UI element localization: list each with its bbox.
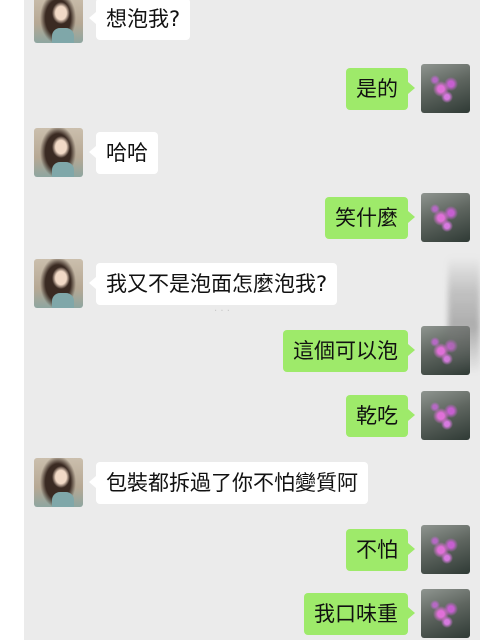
message-bubble[interactable]: 笑什麼: [325, 197, 415, 239]
contact-avatar-icon[interactable]: [34, 0, 83, 43]
contact-avatar-icon[interactable]: [34, 259, 83, 308]
message-bubble[interactable]: 我口味重: [304, 593, 415, 635]
self-avatar-icon[interactable]: [421, 525, 470, 574]
message-bubble[interactable]: 包裝都拆過了你不怕變質阿: [89, 462, 368, 504]
message-bubble[interactable]: 不怕: [346, 529, 415, 571]
chat-view[interactable]: 想泡我? 是的 哈哈 笑什麼 我又不是泡面怎麼泡我? · · · 這個可以泡 乾…: [24, 0, 480, 640]
message-bubble[interactable]: 哈哈: [89, 132, 158, 174]
message-bubble[interactable]: 我又不是泡面怎麼泡我?: [88, 263, 338, 305]
self-avatar-icon[interactable]: [421, 589, 470, 638]
message-bubble[interactable]: 想泡我?: [88, 0, 191, 40]
contact-avatar-icon[interactable]: [34, 128, 83, 177]
message-bubble[interactable]: 是的: [346, 68, 415, 110]
self-avatar-icon[interactable]: [421, 193, 470, 242]
faint-watermark-text: · · ·: [214, 306, 230, 317]
blurred-region: [448, 256, 480, 374]
message-bubble[interactable]: 這個可以泡: [283, 330, 415, 372]
contact-avatar-icon[interactable]: [34, 458, 83, 507]
self-avatar-icon[interactable]: [421, 64, 470, 113]
message-bubble[interactable]: 乾吃: [346, 395, 415, 437]
self-avatar-icon[interactable]: [421, 391, 470, 440]
